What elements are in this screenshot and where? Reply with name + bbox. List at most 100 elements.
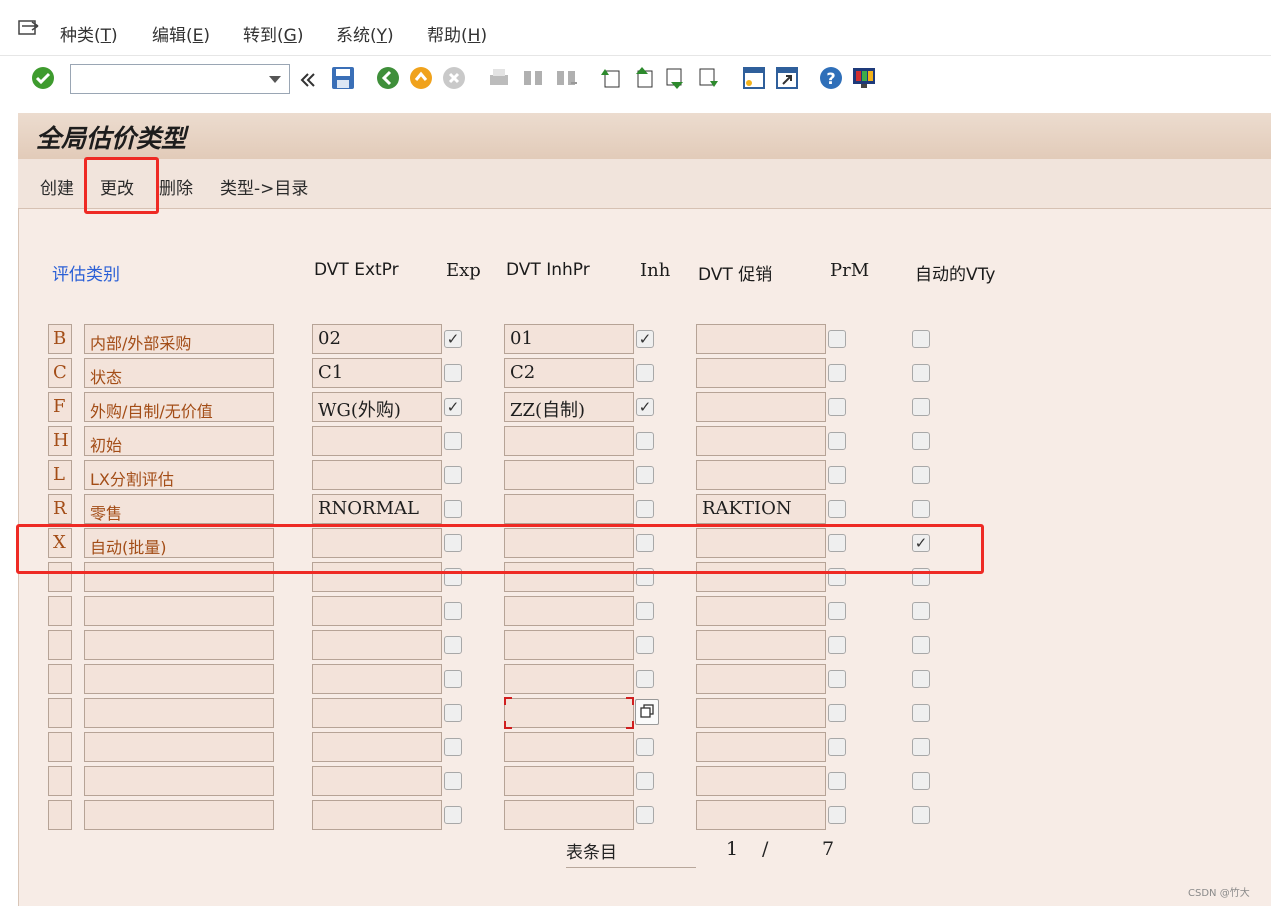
type-directory-button[interactable]: 类型->目录 [220, 174, 308, 199]
category-code-field[interactable] [48, 766, 72, 796]
category-description-field[interactable]: 状态 [84, 358, 274, 388]
category-code-field[interactable]: L [48, 460, 72, 490]
exp-checkbox[interactable] [444, 772, 462, 790]
exp-checkbox[interactable] [444, 704, 462, 722]
auto-vty-checkbox[interactable] [912, 500, 930, 518]
dvt-inhpr-field[interactable] [504, 800, 634, 830]
category-code-field[interactable] [48, 698, 72, 728]
auto-vty-checkbox[interactable] [912, 772, 930, 790]
prm-checkbox[interactable] [828, 500, 846, 518]
category-description-field[interactable] [84, 698, 274, 728]
prm-checkbox[interactable] [828, 806, 846, 824]
dvt-inhpr-field[interactable]: C2 [504, 358, 634, 388]
prm-checkbox[interactable] [828, 602, 846, 620]
dvt-extpr-field[interactable] [312, 698, 442, 728]
exit-icon[interactable] [408, 65, 434, 91]
prm-checkbox[interactable] [828, 364, 846, 382]
menu-edit[interactable]: 编辑(E) [152, 21, 210, 46]
exp-checkbox[interactable] [444, 432, 462, 450]
back-icon[interactable] [375, 65, 401, 91]
prm-checkbox[interactable] [828, 636, 846, 654]
dvt-inhpr-field[interactable] [504, 732, 634, 762]
category-code-field[interactable]: H [48, 426, 72, 456]
category-description-field[interactable]: 外购/自制/无价值 [84, 392, 274, 422]
category-code-field[interactable] [48, 630, 72, 660]
inh-checkbox[interactable]: ✓ [636, 398, 654, 416]
dvt-inhpr-field[interactable]: ZZ(自制) [504, 392, 634, 422]
print-icon[interactable] [486, 65, 512, 91]
create-session-icon[interactable] [741, 65, 767, 91]
dvt-promo-field[interactable] [696, 698, 826, 728]
dvt-promo-field[interactable] [696, 392, 826, 422]
inh-checkbox[interactable] [636, 364, 654, 382]
category-description-field[interactable]: 零售 [84, 494, 274, 524]
dvt-promo-field[interactable] [696, 664, 826, 694]
category-description-field[interactable]: 内部/外部采购 [84, 324, 274, 354]
dvt-promo-field[interactable] [696, 732, 826, 762]
category-description-field[interactable] [84, 732, 274, 762]
dvt-extpr-field[interactable]: RNORMAL [312, 494, 442, 524]
dvt-inhpr-field[interactable] [504, 630, 634, 660]
dvt-extpr-field[interactable]: 02 [312, 324, 442, 354]
inh-checkbox[interactable] [636, 670, 654, 688]
inh-checkbox[interactable] [636, 466, 654, 484]
dvt-promo-field[interactable] [696, 460, 826, 490]
exp-checkbox[interactable] [444, 738, 462, 756]
dvt-extpr-field[interactable]: C1 [312, 358, 442, 388]
auto-vty-checkbox[interactable] [912, 398, 930, 416]
help-icon[interactable]: ? [818, 65, 844, 91]
auto-vty-checkbox[interactable] [912, 466, 930, 484]
save-icon[interactable] [330, 65, 356, 91]
dvt-extpr-field[interactable] [312, 426, 442, 456]
category-description-field[interactable] [84, 766, 274, 796]
inh-checkbox[interactable]: ✓ [636, 330, 654, 348]
dvt-extpr-field[interactable] [312, 460, 442, 490]
dvt-extpr-field[interactable] [312, 664, 442, 694]
cancel-icon[interactable] [441, 65, 467, 91]
category-code-field[interactable] [48, 800, 72, 830]
dvt-inhpr-field[interactable] [504, 596, 634, 626]
dvt-inhpr-field[interactable] [504, 664, 634, 694]
chevron-down-icon[interactable] [269, 76, 281, 83]
find-icon[interactable] [520, 65, 546, 91]
category-description-field[interactable] [84, 664, 274, 694]
inh-checkbox[interactable] [636, 636, 654, 654]
inh-checkbox[interactable] [636, 500, 654, 518]
category-description-field[interactable] [84, 630, 274, 660]
prm-checkbox[interactable] [828, 432, 846, 450]
command-field[interactable] [70, 64, 290, 94]
dvt-promo-field[interactable] [696, 596, 826, 626]
auto-vty-checkbox[interactable] [912, 602, 930, 620]
dvt-extpr-field[interactable] [312, 596, 442, 626]
category-code-field[interactable] [48, 664, 72, 694]
first-page-icon[interactable] [597, 65, 623, 91]
menu-goto[interactable]: 转到(G) [243, 21, 303, 46]
auto-vty-checkbox[interactable] [912, 670, 930, 688]
prm-checkbox[interactable] [828, 398, 846, 416]
prm-checkbox[interactable] [828, 704, 846, 722]
customize-layout-icon[interactable] [851, 65, 877, 91]
exp-checkbox[interactable] [444, 806, 462, 824]
dvt-extpr-field[interactable]: WG(外购) [312, 392, 442, 422]
dvt-promo-field[interactable] [696, 426, 826, 456]
exp-checkbox[interactable]: ✓ [444, 330, 462, 348]
find-next-icon[interactable] [553, 65, 579, 91]
category-code-field[interactable] [48, 732, 72, 762]
prm-checkbox[interactable] [828, 330, 846, 348]
collapse-icon[interactable] [298, 67, 318, 93]
dvt-extpr-field[interactable] [312, 630, 442, 660]
category-description-field[interactable] [84, 800, 274, 830]
category-code-field[interactable]: F [48, 392, 72, 422]
auto-vty-checkbox[interactable] [912, 704, 930, 722]
auto-vty-checkbox[interactable] [912, 636, 930, 654]
app-menu-icon[interactable] [18, 18, 40, 36]
dvt-extpr-field[interactable] [312, 732, 442, 762]
shortcut-icon[interactable] [774, 65, 800, 91]
dvt-promo-field[interactable] [696, 324, 826, 354]
exp-checkbox[interactable] [444, 466, 462, 484]
inh-checkbox[interactable] [636, 806, 654, 824]
exp-checkbox[interactable]: ✓ [444, 398, 462, 416]
prm-checkbox[interactable] [828, 738, 846, 756]
prm-checkbox[interactable] [828, 670, 846, 688]
value-help-button[interactable] [635, 699, 659, 725]
